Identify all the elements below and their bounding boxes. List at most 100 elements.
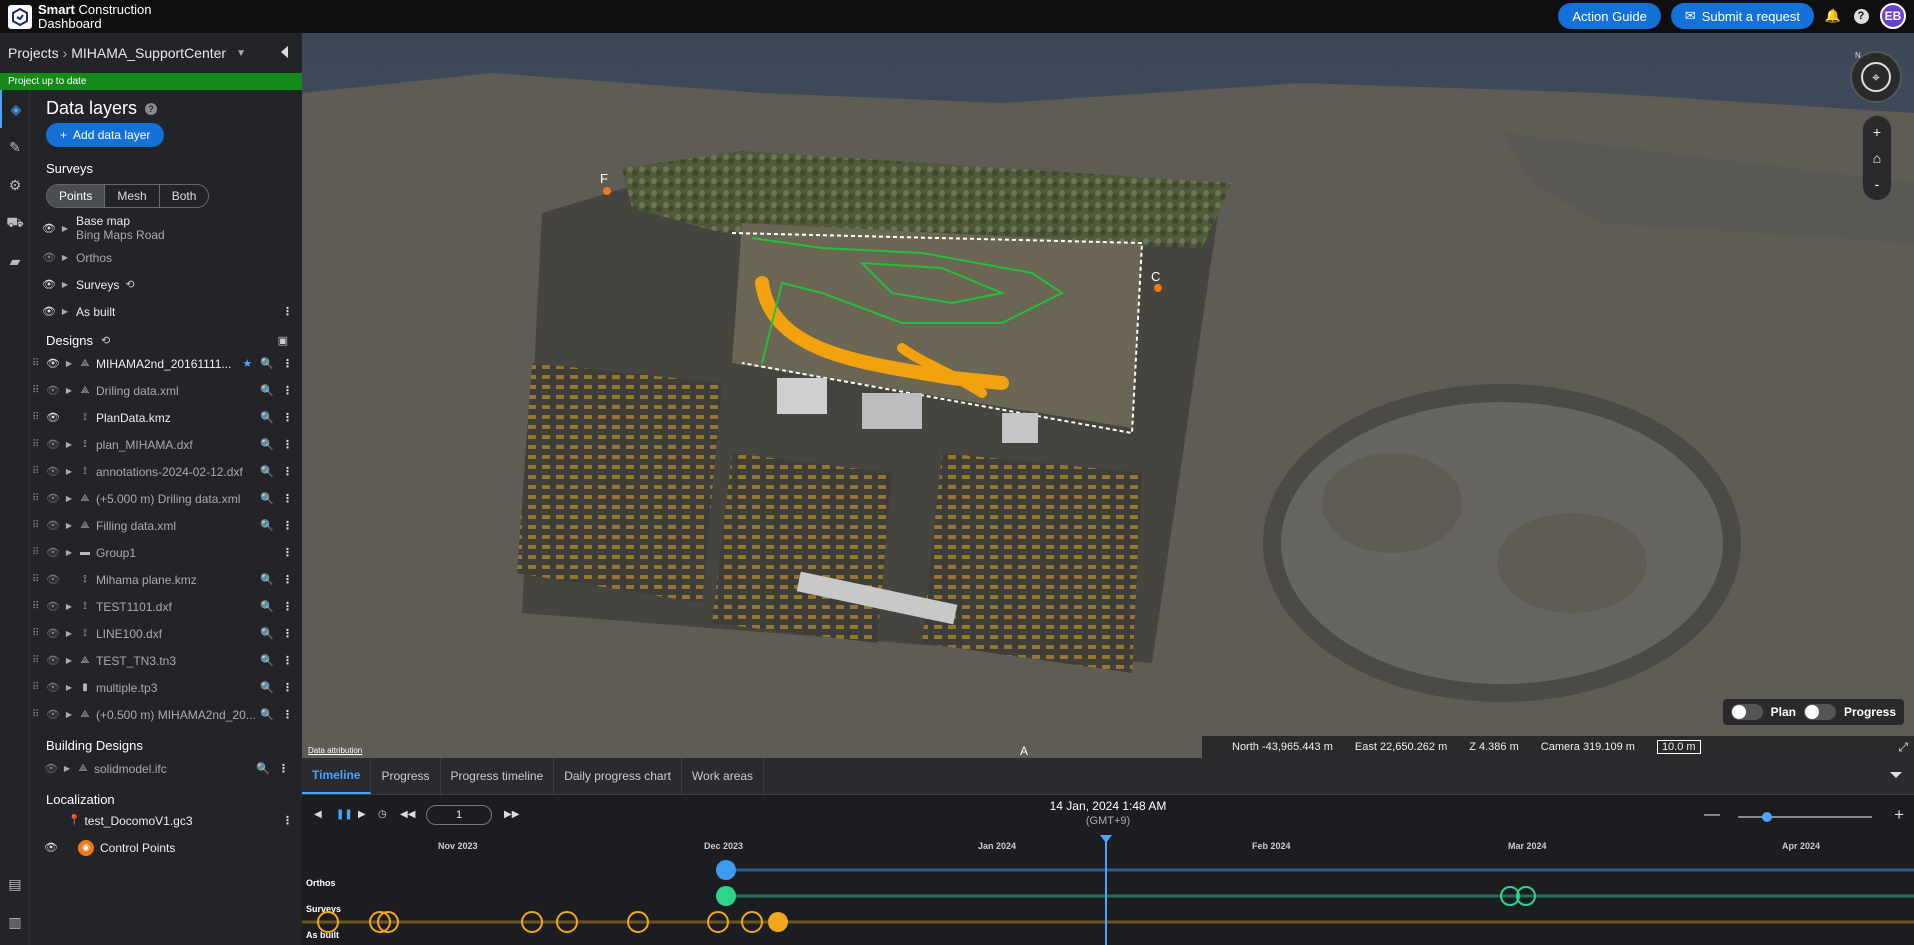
drag-handle-icon[interactable]: ⠿ [32, 628, 44, 639]
timeline-cursor-handle-icon[interactable] [1100, 835, 1112, 843]
drag-handle-icon[interactable]: ⠿ [32, 655, 44, 666]
design-row[interactable]: ⠿ 👁 ▶ ▮ multiple.tp3 🔍 ⋮ [30, 674, 302, 701]
fullscreen-icon[interactable]: ⤢ [1898, 740, 1908, 755]
expand-icon[interactable]: ▶ [62, 386, 76, 395]
eye-off-icon[interactable]: 👁 [46, 573, 60, 586]
more-icon[interactable]: ⋮ [282, 519, 293, 532]
drag-handle-icon[interactable]: ⠿ [32, 439, 44, 450]
zoom-to-icon[interactable]: 🔍 [260, 708, 274, 721]
more-icon[interactable]: ⋮ [282, 438, 293, 451]
zoom-to-icon[interactable]: 🔍 [260, 654, 274, 667]
drag-handle-icon[interactable]: ⠿ [32, 466, 44, 477]
tab-progress-timeline[interactable]: Progress timeline [441, 758, 555, 794]
history-icon[interactable]: ⟲ [101, 334, 110, 347]
design-row[interactable]: ⠿ 👁 ▶ ▬ Group1 ⋮ [30, 539, 302, 566]
more-icon[interactable]: ⋮ [282, 465, 293, 478]
action-guide-button[interactable]: Action Guide [1558, 3, 1661, 29]
drag-handle-icon[interactable]: ⠿ [32, 547, 44, 558]
bell-icon[interactable]: 🔔 [1824, 7, 1842, 25]
add-data-layer-button[interactable]: + Add data layer [46, 123, 165, 147]
expand-icon[interactable]: ▶ [62, 359, 76, 368]
layer-row-basemap[interactable]: 👁 ▶ Base map Bing Maps Road [30, 212, 302, 244]
control-points-row[interactable]: 👁 ◉ Control Points [30, 834, 302, 861]
drag-handle-icon[interactable]: ⠿ [32, 412, 44, 423]
eye-icon[interactable]: 👁 [42, 222, 56, 235]
eye-off-icon[interactable]: 👁 [46, 492, 60, 505]
eye-off-icon[interactable]: 👁 [42, 251, 56, 264]
expand-icon[interactable]: ▶ [62, 710, 76, 719]
expand-icon[interactable]: ▶ [58, 280, 72, 289]
timeline-cursor[interactable] [1105, 836, 1107, 945]
home-icon[interactable]: ⌂ [1873, 148, 1881, 168]
building-row[interactable]: 👁 ▶ ⟁ solidmodel.ifc 🔍 ⋮ [30, 755, 302, 782]
expand-icon[interactable]: ▶ [62, 629, 76, 638]
zoom-to-icon[interactable]: 🔍 [260, 438, 274, 451]
compass[interactable]: ⌖ N [1850, 51, 1902, 103]
zoom-to-icon[interactable]: 🔍 [260, 519, 274, 532]
tab-progress[interactable]: Progress [371, 758, 441, 794]
timeline-zoom-slider[interactable] [1738, 812, 1872, 822]
eye-icon[interactable]: 👁 [42, 278, 56, 291]
expand-icon[interactable]: ▶ [58, 307, 72, 316]
more-icon[interactable]: ⋮ [282, 546, 293, 559]
crosshair-icon[interactable]: ⌖ [1861, 62, 1891, 92]
zoom-to-icon[interactable]: 🔍 [260, 411, 274, 424]
scene-canvas[interactable]: F C [302, 33, 1914, 758]
eye-off-icon[interactable]: 👁 [46, 438, 60, 451]
machine-icon[interactable]: ⛟ [0, 204, 30, 242]
project-name[interactable]: MIHAMA_SupportCenter [71, 45, 226, 61]
design-row[interactable]: ⠿ 👁 ▶ ⟁ TEST_TN3.tn3 🔍 ⋮ [30, 647, 302, 674]
view-mode-points[interactable]: Points [47, 185, 106, 207]
design-row[interactable]: ⠿ 👁 ▶ ⟁ (+0.500 m) MIHAMA2nd_20... 🔍 ⋮ [30, 701, 302, 728]
localization-row[interactable]: 📍 test_DocomoV1.gc3 ⋮ [30, 807, 302, 834]
zoom-to-icon[interactable]: 🔍 [260, 573, 274, 586]
expand-icon[interactable]: ▶ [62, 683, 76, 692]
design-row[interactable]: ⠿ 👁 ▶ ⟟ annotations-2024-02-12.dxf 🔍 ⋮ [30, 458, 302, 485]
drag-handle-icon[interactable]: ⠿ [32, 385, 44, 396]
drag-handle-icon[interactable]: ⠿ [32, 520, 44, 531]
help-icon[interactable]: ? [1852, 7, 1870, 25]
more-icon[interactable]: ⋮ [282, 411, 293, 424]
more-icon[interactable]: ⋮ [282, 708, 293, 721]
zoom-to-icon[interactable]: 🔍 [260, 681, 274, 694]
view-mode-mesh[interactable]: Mesh [105, 185, 160, 207]
eye-off-icon[interactable]: 👁 [46, 384, 60, 397]
plan-toggle[interactable] [1730, 704, 1763, 720]
chevron-down-icon[interactable]: ▼ [236, 48, 246, 59]
drag-handle-icon[interactable]: ⠿ [32, 574, 44, 585]
app-logo-icon[interactable] [8, 4, 32, 29]
drag-handle-icon[interactable]: ⠿ [32, 682, 44, 693]
design-row[interactable]: ⠿ 👁 ▶ ⟁ Driling data.xml 🔍 ⋮ [30, 377, 302, 404]
more-icon[interactable]: ⋮ [282, 600, 293, 613]
design-row[interactable]: ⠿ 👁 ▶ ⟁ Filling data.xml 🔍 ⋮ [30, 512, 302, 539]
timeline-zoom-in-icon[interactable]: + [1894, 805, 1904, 825]
design-row[interactable]: ⠿ 👁 ▶ ⟁ (+5.000 m) Driling data.xml 🔍 ⋮ [30, 485, 302, 512]
eye-off-icon[interactable]: 👁 [46, 519, 60, 532]
layers-icon[interactable]: ◈ [0, 90, 30, 128]
eye-off-icon[interactable]: 👁 [46, 708, 60, 721]
more-icon[interactable]: ⋮ [282, 305, 293, 318]
eye-off-icon[interactable]: 👁 [46, 600, 60, 613]
expand-icon[interactable]: ▶ [58, 253, 72, 262]
zoom-in-icon[interactable]: + [1873, 122, 1881, 142]
pdf-icon[interactable]: ▤ [0, 865, 30, 903]
design-row[interactable]: ⠿ 👁 ▶ ⟁ MIHAMA2nd_20161111... ★ 🔍 ⋮ [30, 350, 302, 377]
design-row[interactable]: ⠿ 👁 ▶ ⟟ LINE100.dxf 🔍 ⋮ [30, 620, 302, 647]
expand-icon[interactable]: ▶ [62, 467, 76, 476]
star-icon[interactable]: ★ [242, 357, 252, 370]
drag-handle-icon[interactable]: ⠿ [32, 709, 44, 720]
expand-icon[interactable]: ▶ [62, 494, 76, 503]
more-icon[interactable]: ⋮ [282, 814, 293, 827]
eye-off-icon[interactable]: 👁 [46, 546, 60, 559]
more-icon[interactable]: ⋮ [282, 492, 293, 505]
zoom-to-icon[interactable]: 🔍 [260, 465, 274, 478]
tab-work-areas[interactable]: Work areas [682, 758, 765, 794]
eye-off-icon[interactable]: 👁 [46, 681, 60, 694]
design-row[interactable]: ⠿ 👁 ⟟ Mihama plane.kmz 🔍 ⋮ [30, 566, 302, 593]
timeline-zoom-out-icon[interactable]: — [1704, 806, 1720, 824]
folder-icon[interactable]: ▰ [0, 242, 30, 280]
avatar[interactable]: EB [1880, 3, 1906, 29]
more-icon[interactable]: ⋮ [282, 384, 293, 397]
zoom-to-icon[interactable]: 🔍 [260, 600, 274, 613]
more-icon[interactable]: ⋮ [282, 573, 293, 586]
